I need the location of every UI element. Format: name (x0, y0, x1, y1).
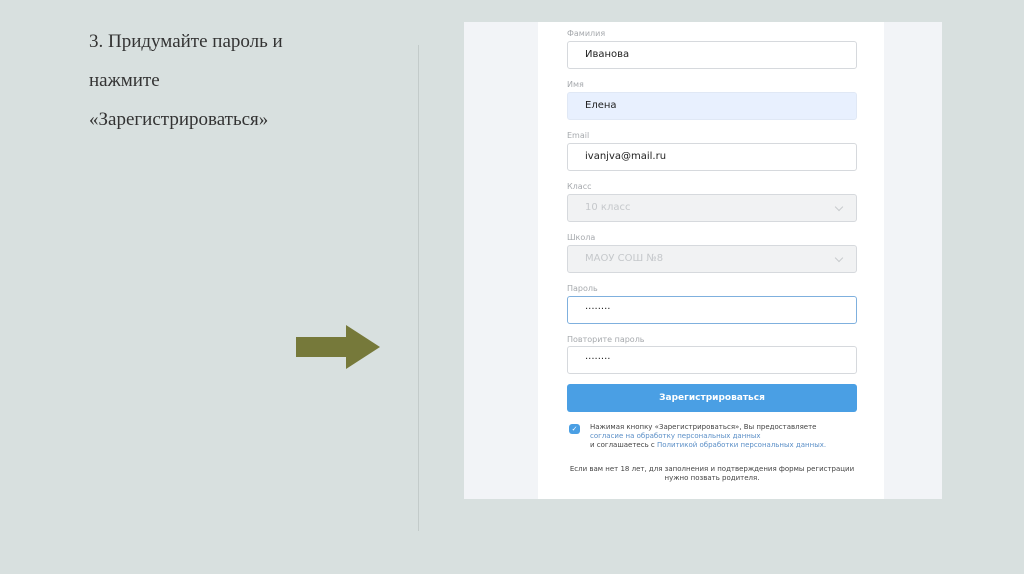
consent-text: Нажимая кнопку «Зарегистрироваться», Вы … (590, 423, 860, 450)
instruction-text: 3. Придумайте пароль и нажмите «Зарегист… (89, 22, 389, 139)
password-repeat-input[interactable]: ········ (567, 346, 857, 374)
last-name-input[interactable]: Иванова (567, 41, 857, 69)
email-label: Email (567, 131, 590, 140)
registration-screenshot: Фамилия Иванова Имя Елена Email ivanjva@… (464, 22, 942, 499)
consent-text-1: Нажимая кнопку «Зарегистрироваться», Вы … (590, 423, 817, 431)
consent-checkbox[interactable]: ✓ (569, 424, 580, 434)
first-name-input[interactable]: Елена (567, 92, 857, 120)
password-repeat-label: Повторите пароль (567, 335, 645, 344)
password-label: Пароль (567, 284, 598, 293)
instruction-line-1: 3. Придумайте пароль и (89, 31, 283, 52)
last-name-label: Фамилия (567, 29, 606, 38)
grade-label: Класс (567, 182, 592, 191)
school-label: Школа (567, 233, 596, 242)
password-input[interactable]: ········ (567, 296, 857, 324)
privacy-policy-link[interactable]: Политикой обработки персональных данных. (657, 441, 826, 449)
first-name-label: Имя (567, 80, 584, 89)
instruction-line-3: «Зарегистрироваться» (89, 109, 269, 130)
consent-text-2: и соглашаетесь с (590, 441, 658, 449)
chevron-down-icon (834, 202, 844, 212)
consent-link[interactable]: согласие на обработку персональных данны… (590, 432, 761, 440)
register-button[interactable]: Зарегистрироваться (567, 384, 857, 412)
parent-notice: Если вам нет 18 лет, для заполнения и по… (569, 465, 855, 482)
registration-form: Фамилия Иванова Имя Елена Email ivanjva@… (538, 22, 884, 499)
arrow-right-icon (296, 325, 380, 369)
instruction-line-2: нажмите (89, 70, 160, 91)
divider (418, 45, 419, 531)
school-value: МАОУ СОШ №8 (585, 253, 664, 264)
school-select[interactable]: МАОУ СОШ №8 (567, 245, 857, 273)
grade-value: 10 класс (585, 202, 631, 213)
grade-select[interactable]: 10 класс (567, 194, 857, 222)
chevron-down-icon (834, 253, 844, 263)
email-input[interactable]: ivanjva@mail.ru (567, 143, 857, 171)
